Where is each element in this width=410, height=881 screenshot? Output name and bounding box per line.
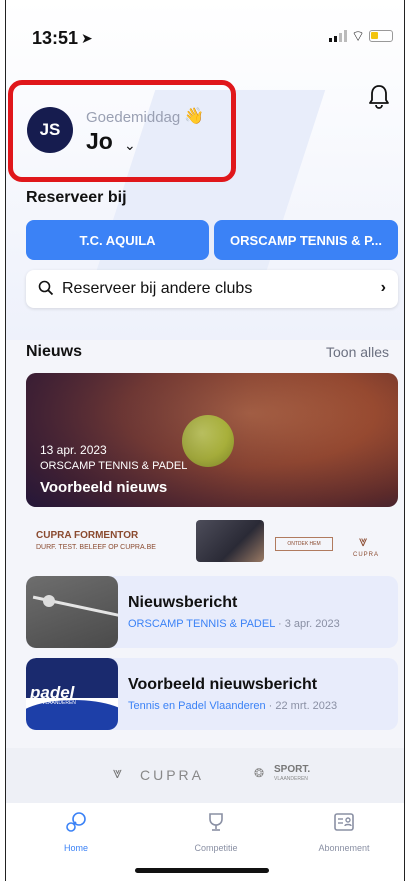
padel-logo-sub: VLAANDEREN [42,700,76,706]
reserve-section-title: Reserveer bij [26,189,127,206]
member-card-icon [334,813,354,831]
club-button-orscamp[interactable]: ORSCAMP TENNIS & P... [214,220,398,260]
news-date: · 3 apr. 2023 [277,618,340,630]
tab-label: Competitie [194,843,238,853]
ad-cta-button[interactable]: ONTDEK HEM [275,537,333,551]
chevron-down-icon[interactable]: ⌄ [124,137,136,154]
cupra-logo-icon: ⩔ [359,533,368,550]
trophy-icon [209,813,223,831]
chevron-right-icon: › [380,279,386,296]
ad-banner[interactable]: CUPRA FORMENTOR DURF. TEST. BELEEF OP CU… [26,516,398,568]
wifi-icon: ⌔ [351,28,366,45]
news-section-title: Nieuws [26,343,83,360]
featured-news-club: ORSCAMP TENNIS & PADEL [40,460,188,472]
news-thumbnail: padel VLAANDEREN [26,658,118,730]
app-screen: 13:51 ➤ ⌔ JS Goedemiddag 👋 Jo ⌄ Reservee… [5,0,405,881]
tab-competitie[interactable]: Competitie [156,811,276,857]
ad-brand: CUPRA [353,552,380,558]
avatar[interactable]: JS [27,107,73,153]
featured-news-card[interactable]: 13 apr. 2023 ORSCAMP TENNIS & PADEL Voor… [26,373,398,507]
featured-news-title: Voorbeeld nieuws [40,479,168,496]
waving-hand-icon: 👋 [184,108,204,125]
ad-subtitle: DURF. TEST. BELEEF OP CUPRA.BE [36,544,156,551]
search-other-clubs-button[interactable]: Reserveer bij andere clubs › [26,270,398,308]
tennis-icon [66,812,86,832]
news-source: Tennis en Padel Vlaanderen [128,700,266,712]
news-title: Voorbeeld nieuwsbericht [128,676,318,693]
cupra-logo-icon: ⩔ [113,765,123,782]
sponsor-strip: ⩔ CUPRA ❂ SPORT. VLAANDEREN [6,748,404,803]
signal-icon [329,30,347,42]
home-indicator [135,868,269,873]
news-title: Nieuwsbericht [128,594,238,611]
featured-news-date: 13 apr. 2023 [40,443,107,457]
search-icon [38,280,54,296]
news-item[interactable]: padel VLAANDEREN Voorbeeld nieuwsbericht… [26,658,398,730]
tab-label: Abonnement [318,843,370,853]
car-image [196,520,264,562]
search-label: Reserveer bij andere clubs [62,280,253,297]
tennis-ball-icon [43,595,55,607]
battery-icon [369,30,393,42]
sport-vlaanderen-icon: ❂ [254,766,265,780]
news-meta: ORSCAMP TENNIS & PADEL · 3 apr. 2023 [128,618,340,630]
news-item[interactable]: Nieuwsbericht ORSCAMP TENNIS & PADEL · 3… [26,576,398,648]
location-arrow-icon: ➤ [81,30,93,46]
sponsor-sport: SPORT. [274,764,311,775]
status-time: 13:51 [32,28,79,48]
ad-title: CUPRA FORMENTOR [36,530,139,541]
news-thumbnail [26,576,118,648]
username[interactable]: Jo [86,128,113,155]
club-button-aquila[interactable]: T.C. AQUILA [26,220,209,260]
see-all-news-link[interactable]: Toon alles [326,344,389,360]
bell-icon[interactable] [368,84,390,110]
news-meta: Tennis en Padel Vlaanderen · 22 mrt. 202… [128,700,337,712]
sponsor-sport-sub: VLAANDEREN [274,776,308,782]
status-bar: 13:51 ➤ ⌔ [6,0,404,60]
tab-home[interactable]: Home [16,811,136,857]
sponsor-cupra: CUPRA [140,767,205,783]
club-button-label: T.C. AQUILA [79,232,156,248]
greeting-text: Goedemiddag [86,109,181,126]
tab-abonnement[interactable]: Abonnement [284,811,404,857]
tab-label: Home [63,843,88,853]
news-source: ORSCAMP TENNIS & PADEL [128,618,275,630]
news-date: · 22 mrt. 2023 [268,700,338,712]
club-button-label: ORSCAMP TENNIS & P... [230,232,382,248]
avatar-initials: JS [39,120,61,139]
ad-cta-label: ONTDEK HEM [287,541,321,547]
